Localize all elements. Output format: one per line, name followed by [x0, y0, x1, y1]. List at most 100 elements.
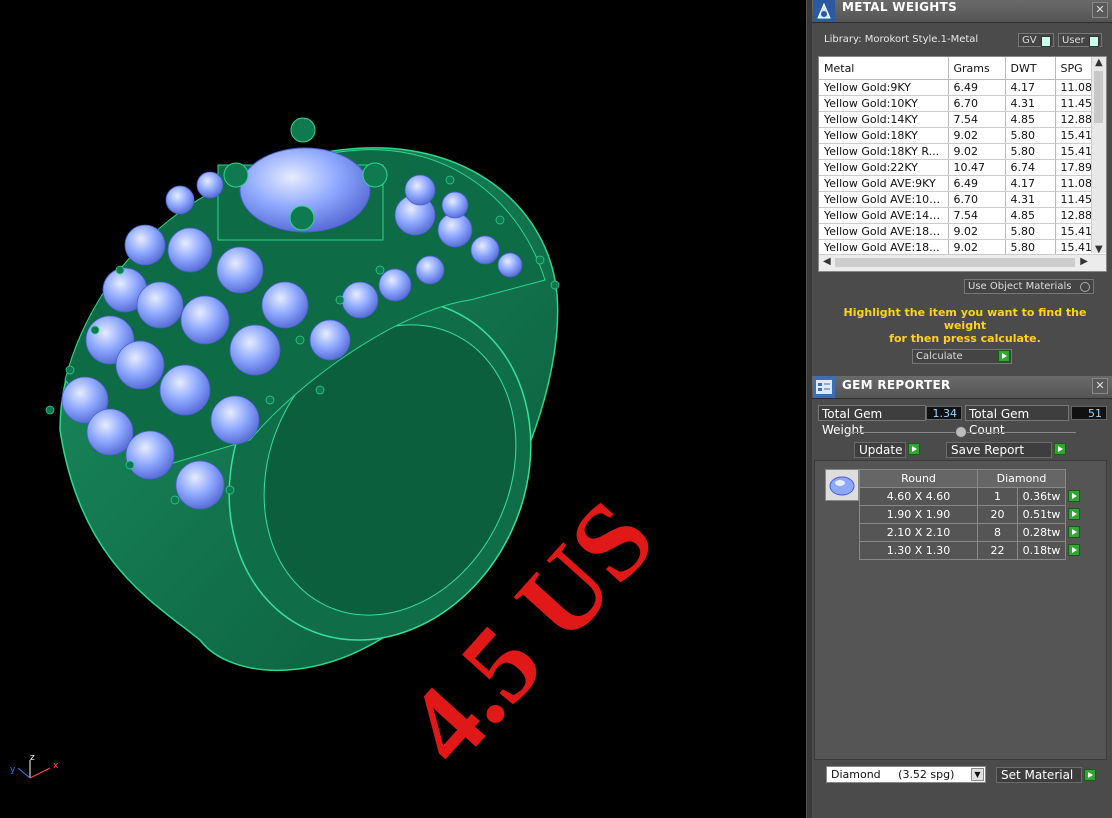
- metal-cell: 6.74: [1005, 159, 1056, 176]
- update-button[interactable]: Update: [854, 442, 906, 458]
- total-gem-count-label: Total Gem Count: [965, 405, 1069, 437]
- use-object-materials-label: Use Object Materials: [968, 281, 1072, 292]
- gem-count: 1: [977, 487, 1018, 506]
- user-label: User: [1062, 35, 1085, 46]
- metal-row[interactable]: Yellow Gold AVE:18KY 9.02 5.80 15.41: [819, 223, 1106, 240]
- svg-text:x: x: [53, 761, 59, 771]
- slider-handle[interactable]: [955, 426, 967, 438]
- metal-cell: Yellow Gold:22KY: [819, 159, 949, 176]
- metal-cell: 9.02: [948, 223, 1006, 240]
- chevron-down-icon[interactable]: ▼: [971, 768, 984, 781]
- hint-line-1: Highlight the item you want to find the …: [843, 306, 1087, 332]
- metal-cell: Yellow Gold AVE:10KY: [819, 191, 949, 208]
- metal-cell: 4.31: [1005, 191, 1056, 208]
- set-material-arrow-icon[interactable]: [1084, 769, 1096, 781]
- save-report-button[interactable]: Save Report: [946, 442, 1052, 458]
- svg-text:y: y: [10, 765, 16, 775]
- update-arrow-icon[interactable]: [908, 443, 920, 455]
- close-icon[interactable]: ✕: [1092, 378, 1108, 394]
- gem-weight: 0.51tw: [1017, 505, 1066, 524]
- col-metal[interactable]: Metal: [819, 57, 949, 80]
- metal-weights-icon: [813, 0, 835, 22]
- gem-table[interactable]: Round Diamond 4.60 X 4.60 1 0.36tw 1.90 X 1…: [859, 469, 1082, 560]
- gv-toggle[interactable]: GV: [1018, 33, 1054, 47]
- set-material-label: Set Material: [1001, 768, 1074, 782]
- gem-row[interactable]: 4.60 X 4.60 1 0.36tw: [859, 487, 1082, 506]
- gem-row-action[interactable]: [1066, 524, 1082, 542]
- metal-row[interactable]: Yellow Gold:9KY 6.49 4.17 11.08: [819, 79, 1106, 96]
- metal-cell: Yellow Gold:9KY: [819, 79, 949, 96]
- gem-reporter-titlebar: GEM REPORTER ✕: [812, 376, 1112, 399]
- gem-row[interactable]: 1.30 X 1.30 22 0.18tw: [859, 541, 1082, 560]
- col-grams[interactable]: Grams: [948, 57, 1006, 80]
- calculate-button[interactable]: Calculate: [912, 349, 1012, 364]
- metal-table-hscroll[interactable]: ◀ ▶: [819, 254, 1106, 271]
- metal-cell: 5.80: [1005, 143, 1056, 160]
- metal-cell: 6.70: [948, 95, 1006, 112]
- gem-thumbnail: [825, 469, 859, 501]
- col-dwt[interactable]: DWT: [1005, 57, 1056, 80]
- metal-table-vscroll[interactable]: ▲ ▼: [1091, 57, 1106, 255]
- metal-cell: 10.47: [948, 159, 1006, 176]
- 3d-viewport[interactable]: 4.5 US y z x: [0, 0, 806, 818]
- calculate-label: Calculate: [916, 351, 963, 362]
- metal-cell: Yellow Gold AVE:18KY: [819, 223, 949, 240]
- metal-cell: 6.70: [948, 191, 1006, 208]
- gem-reporter-title: GEM REPORTER: [842, 378, 951, 392]
- use-object-materials-toggle[interactable]: Use Object Materials: [964, 279, 1094, 294]
- play-arrow-icon[interactable]: [1068, 525, 1080, 538]
- calculate-arrow-icon[interactable]: [998, 350, 1010, 362]
- metal-cell: 4.17: [1005, 79, 1056, 96]
- hint-line-2: for then press calculate.: [889, 332, 1041, 345]
- user-toggle[interactable]: User: [1058, 33, 1102, 47]
- play-arrow-icon[interactable]: [1068, 489, 1080, 502]
- gem-shape-header: Round: [859, 469, 978, 488]
- side-panel: METAL WEIGHTS ✕ Library: Morokort Style.…: [812, 0, 1112, 818]
- metal-cell: 9.02: [948, 143, 1006, 160]
- play-arrow-icon[interactable]: [1068, 507, 1080, 520]
- metal-row[interactable]: Yellow Gold:18KY 9.02 5.80 15.41: [819, 127, 1106, 144]
- gem-size: 2.10 X 2.10: [859, 523, 978, 542]
- ring-render: 4.5 US y z x: [10, 117, 677, 786]
- gem-weight: 0.36tw: [1017, 487, 1066, 506]
- material-select[interactable]: Diamond (3.52 spg) ▼: [826, 766, 986, 783]
- gem-row-action[interactable]: [1066, 488, 1082, 506]
- gem-weight: 0.18tw: [1017, 541, 1066, 560]
- metal-row[interactable]: Yellow Gold:10KY 6.70 4.31 11.45: [819, 95, 1106, 112]
- metal-cell: 4.17: [1005, 175, 1056, 192]
- metal-weights-title: METAL WEIGHTS: [842, 0, 958, 14]
- metal-weights-hint: Highlight the item you want to find the …: [830, 306, 1100, 345]
- gem-row[interactable]: 1.90 X 1.90 20 0.51tw: [859, 505, 1082, 524]
- metal-row[interactable]: Yellow Gold AVE:14KY 7.54 4.85 12.88: [819, 207, 1106, 224]
- play-arrow-icon[interactable]: [1068, 543, 1080, 556]
- metal-row[interactable]: Yellow Gold:18KY R... 9.02 5.80 15.41: [819, 143, 1106, 160]
- metal-cell: Yellow Gold AVE:14KY: [819, 207, 949, 224]
- close-icon[interactable]: ✕: [1092, 2, 1108, 18]
- metal-weights-titlebar: METAL WEIGHTS ✕: [812, 0, 1112, 23]
- metal-cell: 5.80: [1005, 127, 1056, 144]
- metal-row[interactable]: Yellow Gold:22KY 10.47 6.74 17.89: [819, 159, 1106, 176]
- metal-row[interactable]: Yellow Gold:14KY 7.54 4.85 12.88: [819, 111, 1106, 128]
- gem-row-action[interactable]: [1066, 542, 1082, 560]
- metal-row[interactable]: Yellow Gold AVE:9KY 6.49 4.17 11.08: [819, 175, 1106, 192]
- metal-cell: Yellow Gold AVE:9KY: [819, 175, 949, 192]
- set-material-button[interactable]: Set Material: [996, 767, 1082, 783]
- metal-cell: Yellow Gold:10KY: [819, 95, 949, 112]
- metal-cell: 6.49: [948, 175, 1006, 192]
- gem-row[interactable]: 2.10 X 2.10 8 0.28tw: [859, 523, 1082, 542]
- metal-row[interactable]: Yellow Gold AVE:10KY 6.70 4.31 11.45: [819, 191, 1106, 208]
- total-gem-weight-value: 1.34: [926, 406, 962, 420]
- metal-cell: Yellow Gold:18KY R...: [819, 143, 949, 160]
- update-label: Update: [859, 443, 903, 457]
- metal-cell: 4.85: [1005, 207, 1056, 224]
- save-report-arrow-icon[interactable]: [1054, 443, 1066, 455]
- gem-list-area: Round Diamond 4.60 X 4.60 1 0.36tw 1.90 X 1…: [814, 460, 1107, 760]
- gv-label: GV: [1022, 35, 1037, 46]
- metal-cell: Yellow Gold:14KY: [819, 111, 949, 128]
- metal-cell: 7.54: [948, 207, 1006, 224]
- metal-cell: 4.31: [1005, 95, 1056, 112]
- material-select-value: Diamond (3.52 spg): [831, 768, 955, 781]
- svg-text:z: z: [30, 753, 35, 763]
- metal-weights-table[interactable]: Metal Grams DWT SPG Yellow Gold:9KY 6.49 4…: [818, 56, 1107, 272]
- gem-row-action[interactable]: [1066, 506, 1082, 524]
